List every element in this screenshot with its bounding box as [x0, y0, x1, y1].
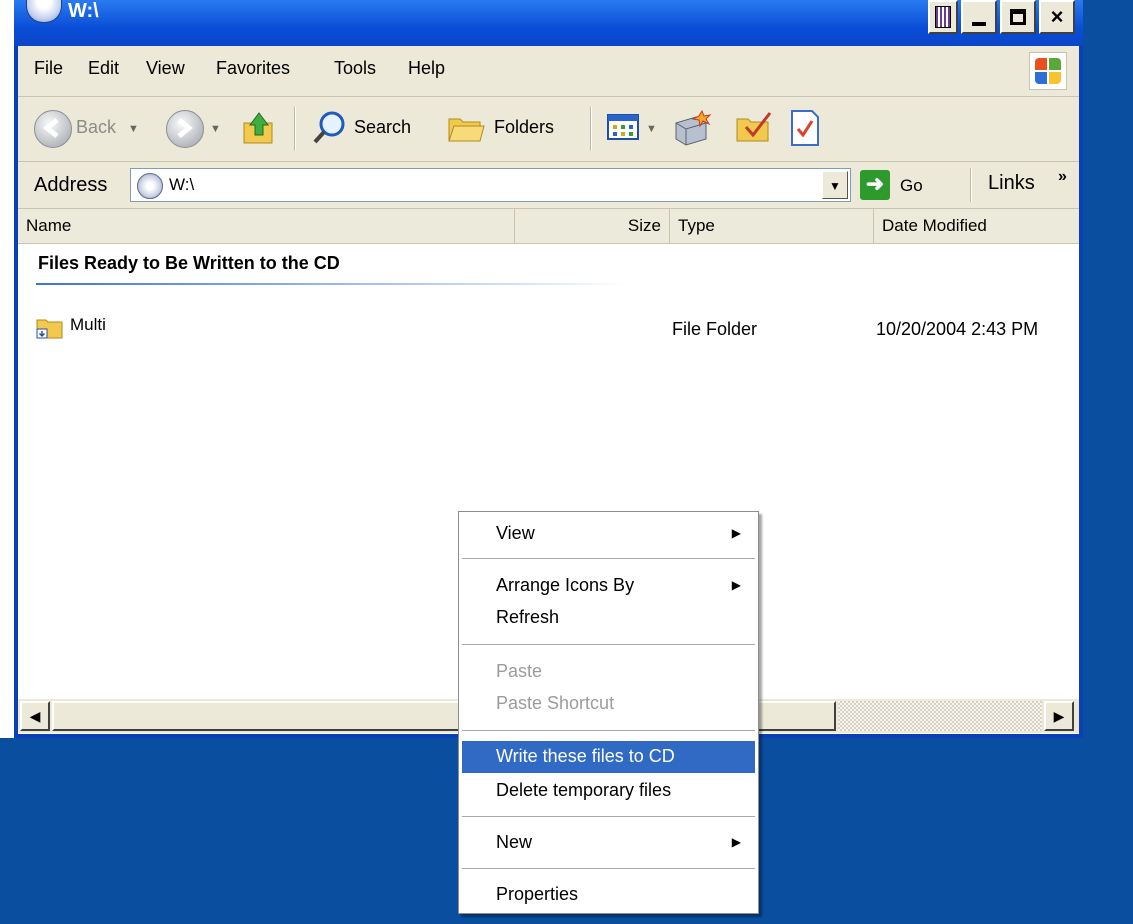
links-toolbar[interactable]: Links [988, 172, 1035, 195]
links-chevron-icon[interactable]: » [1058, 168, 1067, 186]
menu-item-label: Delete temporary files [496, 780, 672, 800]
scroll-track[interactable] [838, 701, 1042, 731]
folder-options-button[interactable] [734, 109, 772, 147]
folders-label[interactable]: Folders [494, 117, 554, 138]
submenu-arrow-icon: ▶ [731, 526, 741, 540]
menu-item-arrange-icons-by[interactable]: Arrange Icons By ▶ [462, 570, 755, 602]
file-date-modified: 10/20/2004 2:43 PM [876, 319, 1039, 339]
back-label: Back [76, 117, 117, 137]
properties-button[interactable] [788, 109, 826, 147]
address-label: Address [34, 174, 108, 196]
menu-item-new[interactable]: New ▶ [462, 827, 755, 859]
menu-view[interactable]: View [146, 58, 185, 79]
back-button[interactable] [34, 110, 72, 148]
window-title: W:\ [68, 0, 99, 22]
taskbar-stub-icon[interactable] [928, 0, 958, 34]
scroll-left-button[interactable]: ◀ [20, 701, 50, 731]
up-folder-button[interactable] [240, 109, 278, 147]
column-headers: Name Size Type Date Modified [18, 209, 1079, 244]
forward-arrow-icon [177, 118, 194, 138]
menu-item-view[interactable]: View ▶ [462, 518, 755, 550]
menu-item-refresh[interactable]: Refresh [462, 602, 755, 634]
folder-check-icon [736, 112, 772, 142]
burn-cd-button[interactable] [672, 109, 712, 147]
views-button[interactable] [606, 109, 640, 147]
menu-separator [462, 644, 755, 645]
group-divider [36, 283, 626, 285]
standard-toolbar: Back ▼ ▼ Search Folders ▼ [18, 97, 1079, 162]
menu-edit[interactable]: Edit [88, 58, 119, 79]
menu-item-label: Write these files to CD [496, 746, 675, 766]
views-dropdown-icon[interactable]: ▼ [646, 123, 657, 135]
menu-file[interactable]: File [34, 58, 63, 79]
menu-item-properties[interactable]: Properties [462, 879, 755, 911]
menu-separator [462, 730, 755, 731]
menu-item-delete-temporary-files[interactable]: Delete temporary files [462, 775, 755, 807]
search-label[interactable]: Search [354, 117, 411, 138]
views-icon [607, 114, 639, 140]
menu-item-label: Paste Shortcut [496, 693, 615, 713]
menu-separator [462, 558, 755, 559]
document-check-icon [791, 110, 819, 146]
address-value: W:\ [169, 175, 195, 194]
menu-item-label: Properties [496, 884, 579, 904]
address-input[interactable]: W:\ ▼ [130, 168, 851, 202]
links-separator [970, 168, 972, 202]
toolbar-separator [294, 107, 296, 151]
column-header-name[interactable]: Name [18, 209, 515, 243]
menu-item-write-files-to-cd[interactable]: Write these files to CD [462, 741, 755, 773]
address-bar: Address W:\ ▼ ➜ Go Links » [18, 162, 1079, 209]
forward-dropdown-icon[interactable]: ▼ [210, 123, 221, 135]
go-arrow-icon: ➜ [860, 170, 890, 200]
window-controls: × [928, 0, 1075, 34]
folders-icon [448, 118, 485, 142]
menu-separator [462, 868, 755, 869]
close-icon: × [1050, 4, 1064, 29]
column-header-type[interactable]: Type [670, 209, 874, 243]
folders-button[interactable] [446, 109, 485, 147]
folder-pending-icon [36, 319, 63, 339]
column-header-date-modified[interactable]: Date Modified [874, 209, 1079, 243]
group-header: Files Ready to Be Written to the CD [38, 253, 340, 273]
submenu-arrow-icon: ▶ [731, 835, 741, 849]
back-dropdown-icon[interactable]: ▼ [128, 123, 139, 135]
close-button[interactable]: × [1039, 0, 1075, 34]
menu-item-label: Paste [496, 661, 543, 681]
submenu-arrow-icon: ▶ [731, 578, 741, 592]
menu-tools[interactable]: Tools [334, 58, 376, 79]
menu-item-label: Arrange Icons By [496, 575, 635, 595]
maximize-icon [1010, 9, 1026, 25]
windows-logo-icon [1029, 52, 1067, 90]
menu-item-paste-shortcut[interactable]: Paste Shortcut [462, 688, 755, 720]
menu-favorites[interactable]: Favorites [216, 58, 290, 79]
title-bar[interactable]: W:\ × [14, 0, 1083, 46]
menu-bar: File Edit View Favorites Tools Help [18, 46, 1079, 97]
cd-burn-icon [675, 109, 712, 146]
up-folder-icon [243, 112, 273, 144]
cd-drive-icon [137, 173, 163, 199]
search-icon [313, 111, 345, 144]
file-name: Multi [70, 315, 106, 334]
menu-help[interactable]: Help [408, 58, 445, 79]
toolbar-separator [590, 107, 592, 151]
search-button[interactable] [310, 109, 348, 147]
go-label: Go [900, 176, 923, 195]
menu-separator [462, 816, 755, 817]
minimize-button[interactable] [961, 0, 997, 34]
menu-item-paste[interactable]: Paste [462, 656, 755, 688]
address-dropdown-button[interactable]: ▼ [822, 171, 848, 199]
maximize-button[interactable] [1000, 0, 1036, 34]
context-menu: View ▶ Arrange Icons By ▶ Refresh Paste … [458, 511, 759, 914]
back-arrow-icon [42, 118, 59, 138]
menu-item-label: New [496, 832, 533, 852]
menu-item-label: View [496, 523, 535, 543]
file-type: File Folder [672, 319, 758, 339]
forward-button[interactable] [166, 110, 204, 148]
minimize-icon [972, 22, 986, 26]
menu-item-label: Refresh [496, 607, 560, 627]
cd-drive-icon [26, 0, 62, 23]
scroll-right-button[interactable]: ▶ [1044, 701, 1074, 731]
column-header-size[interactable]: Size [515, 209, 670, 243]
